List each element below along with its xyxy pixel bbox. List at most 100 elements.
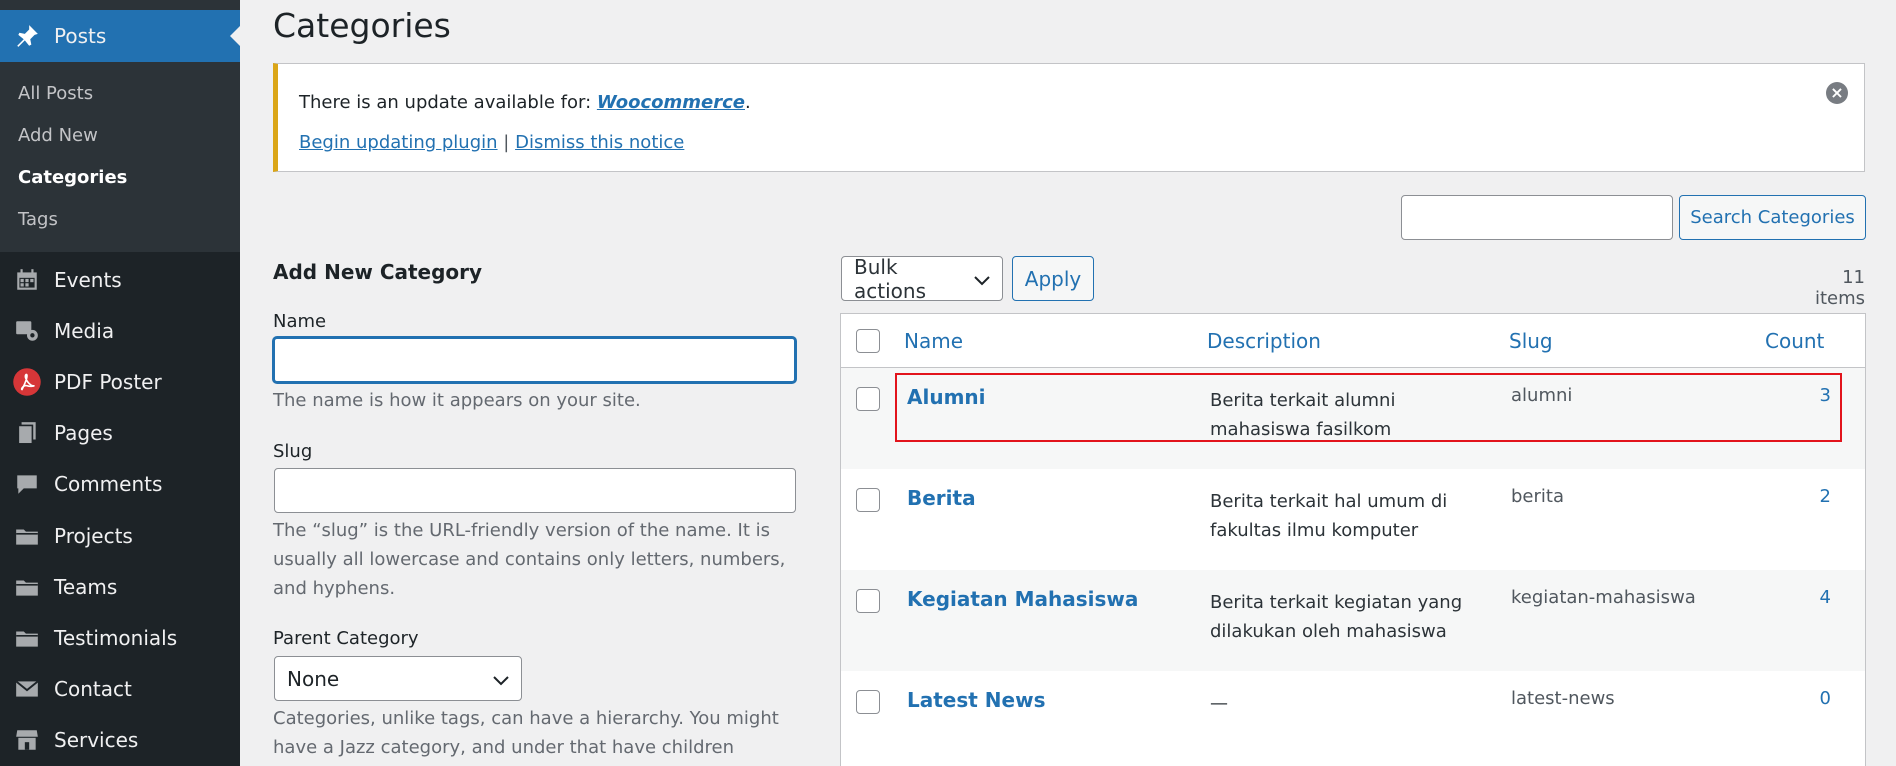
submenu-all-posts[interactable]: All Posts	[0, 72, 240, 114]
sidebar-item-label: Media	[54, 318, 115, 343]
parent-category-select[interactable]: None	[274, 656, 522, 701]
sidebar-item-pages[interactable]: Pages	[0, 408, 240, 459]
notice-actions: Begin updating plugin | Dismiss this not…	[299, 132, 684, 153]
sidebar-top-strip	[0, 0, 240, 10]
name-field[interactable]	[273, 337, 796, 383]
sidebar-item-services[interactable]: Services	[0, 715, 240, 766]
slug-label: Slug	[273, 441, 313, 462]
category-name-link[interactable]: Berita	[907, 486, 976, 510]
notice-text-prefix: There is an update available for:	[299, 92, 597, 113]
table-row: Latest News — latest-news 0	[841, 671, 1865, 766]
column-description[interactable]: Description	[1207, 329, 1321, 353]
pages-icon	[12, 418, 42, 448]
table-row: Alumni Berita terkait alumni mahasiswa f…	[841, 368, 1865, 469]
items-count: 11 items	[1814, 267, 1865, 309]
pdf-icon	[12, 367, 42, 397]
sidebar-item-pdf-poster[interactable]: PDF Poster	[0, 356, 240, 407]
category-description: Berita terkait hal umum di fakultas ilmu…	[1210, 491, 1448, 541]
folder-icon	[12, 623, 42, 653]
chevron-down-icon	[974, 267, 990, 291]
category-description: Berita terkait alumni mahasiswa fasilkom	[1210, 390, 1396, 440]
category-count-link[interactable]: 2	[1781, 486, 1831, 507]
select-all-checkbox[interactable]	[856, 329, 880, 353]
category-count-link[interactable]: 4	[1781, 587, 1831, 608]
admin-sidebar: Posts All Posts Add New Categories Tags …	[0, 0, 240, 766]
store-icon	[12, 725, 42, 755]
slug-help-text: The “slug” is the URL-friendly version o…	[273, 520, 786, 599]
comment-icon	[12, 469, 42, 499]
table-row: Berita Berita terkait hal umum di fakult…	[841, 469, 1865, 570]
category-slug: latest-news	[1511, 688, 1615, 709]
form-heading: Add New Category	[273, 260, 483, 284]
table-header: Name Description Slug Count	[841, 314, 1865, 368]
column-count[interactable]: Count	[1765, 329, 1824, 353]
category-count-link[interactable]: 3	[1781, 385, 1831, 406]
submenu-add-new[interactable]: Add New	[0, 114, 240, 156]
sidebar-item-events[interactable]: Events	[0, 254, 240, 305]
chevron-down-icon	[493, 667, 509, 691]
row-checkbox[interactable]	[856, 488, 880, 512]
plugin-link[interactable]: Woocommerce	[597, 92, 745, 113]
category-slug: kegiatan-mahasiswa	[1511, 587, 1696, 608]
sidebar-item-label: Teams	[54, 574, 118, 599]
name-help-text: The name is how it appears on your site.	[273, 390, 641, 411]
sidebar-item-label: Events	[54, 267, 122, 292]
sidebar-item-label: Posts	[54, 24, 107, 48]
sidebar-item-teams[interactable]: Teams	[0, 561, 240, 612]
sidebar-item-contact[interactable]: Contact	[0, 664, 240, 715]
sidebar-item-projects[interactable]: Projects	[0, 510, 240, 561]
folder-icon	[12, 521, 42, 551]
current-menu-arrow	[230, 26, 240, 46]
bulk-actions-select[interactable]: Bulk actions	[841, 254, 1003, 303]
media-icon	[12, 316, 42, 346]
bulk-actions-value: Bulk actions	[854, 254, 926, 303]
sidebar-item-media[interactable]: Media	[0, 305, 240, 356]
sidebar-item-label: Pages	[54, 421, 113, 446]
search-categories-button[interactable]: Search Categories	[1679, 195, 1866, 240]
category-description: Berita terkait kegiatan yang dilakukan o…	[1210, 592, 1463, 642]
posts-submenu: All Posts Add New Categories Tags	[0, 62, 240, 252]
row-checkbox[interactable]	[856, 690, 880, 714]
sidebar-item-label: Comments	[54, 472, 163, 497]
sidebar-item-testimonials[interactable]: Testimonials	[0, 612, 240, 663]
notice-separator: |	[497, 132, 516, 153]
sidebar-item-comments[interactable]: Comments	[0, 459, 240, 510]
sidebar-menu: Events Media PDF Poster Pages Comments P…	[0, 254, 240, 766]
category-description: —	[1210, 693, 1228, 714]
category-slug: alumni	[1511, 385, 1573, 406]
name-label: Name	[273, 311, 327, 332]
category-name-link[interactable]: Alumni	[907, 385, 986, 409]
parent-category-value: None	[287, 666, 340, 691]
notice-message: There is an update available for: Woocom…	[299, 92, 751, 113]
calendar-icon	[12, 265, 42, 295]
submenu-categories[interactable]: Categories	[0, 156, 240, 198]
sidebar-item-label: Services	[54, 728, 139, 753]
sidebar-item-label: Testimonials	[54, 625, 178, 650]
mail-icon	[12, 674, 42, 704]
sidebar-item-label: Projects	[54, 523, 133, 548]
begin-updating-link[interactable]: Begin updating plugin	[299, 132, 498, 153]
dismiss-notice-link[interactable]: Dismiss this notice	[515, 132, 684, 153]
categories-table: Name Description Slug Count Alumni Berit…	[840, 313, 1866, 766]
category-slug: berita	[1511, 486, 1564, 507]
apply-button[interactable]: Apply	[1012, 256, 1094, 301]
category-name-link[interactable]: Latest News	[907, 688, 1045, 712]
sidebar-item-label: Contact	[54, 677, 132, 702]
row-checkbox[interactable]	[856, 387, 880, 411]
slug-field[interactable]	[274, 468, 796, 513]
category-name-link[interactable]: Kegiatan Mahasiswa	[907, 587, 1138, 611]
parent-help-text: Categories, unlike tags, can have a hier…	[273, 708, 779, 758]
close-icon[interactable]: ×	[1826, 82, 1848, 104]
row-checkbox[interactable]	[856, 589, 880, 613]
category-count-link[interactable]: 0	[1781, 688, 1831, 709]
column-name[interactable]: Name	[904, 329, 963, 353]
folder-icon	[12, 572, 42, 602]
search-input[interactable]	[1401, 195, 1673, 240]
pin-icon	[12, 21, 42, 51]
table-row: Kegiatan Mahasiswa Berita terkait kegiat…	[841, 570, 1865, 671]
sidebar-item-label: PDF Poster	[54, 369, 162, 394]
column-slug[interactable]: Slug	[1509, 329, 1553, 353]
sidebar-item-posts[interactable]: Posts	[0, 10, 240, 62]
submenu-tags[interactable]: Tags	[0, 198, 240, 240]
notice-text-suffix: .	[745, 92, 751, 113]
